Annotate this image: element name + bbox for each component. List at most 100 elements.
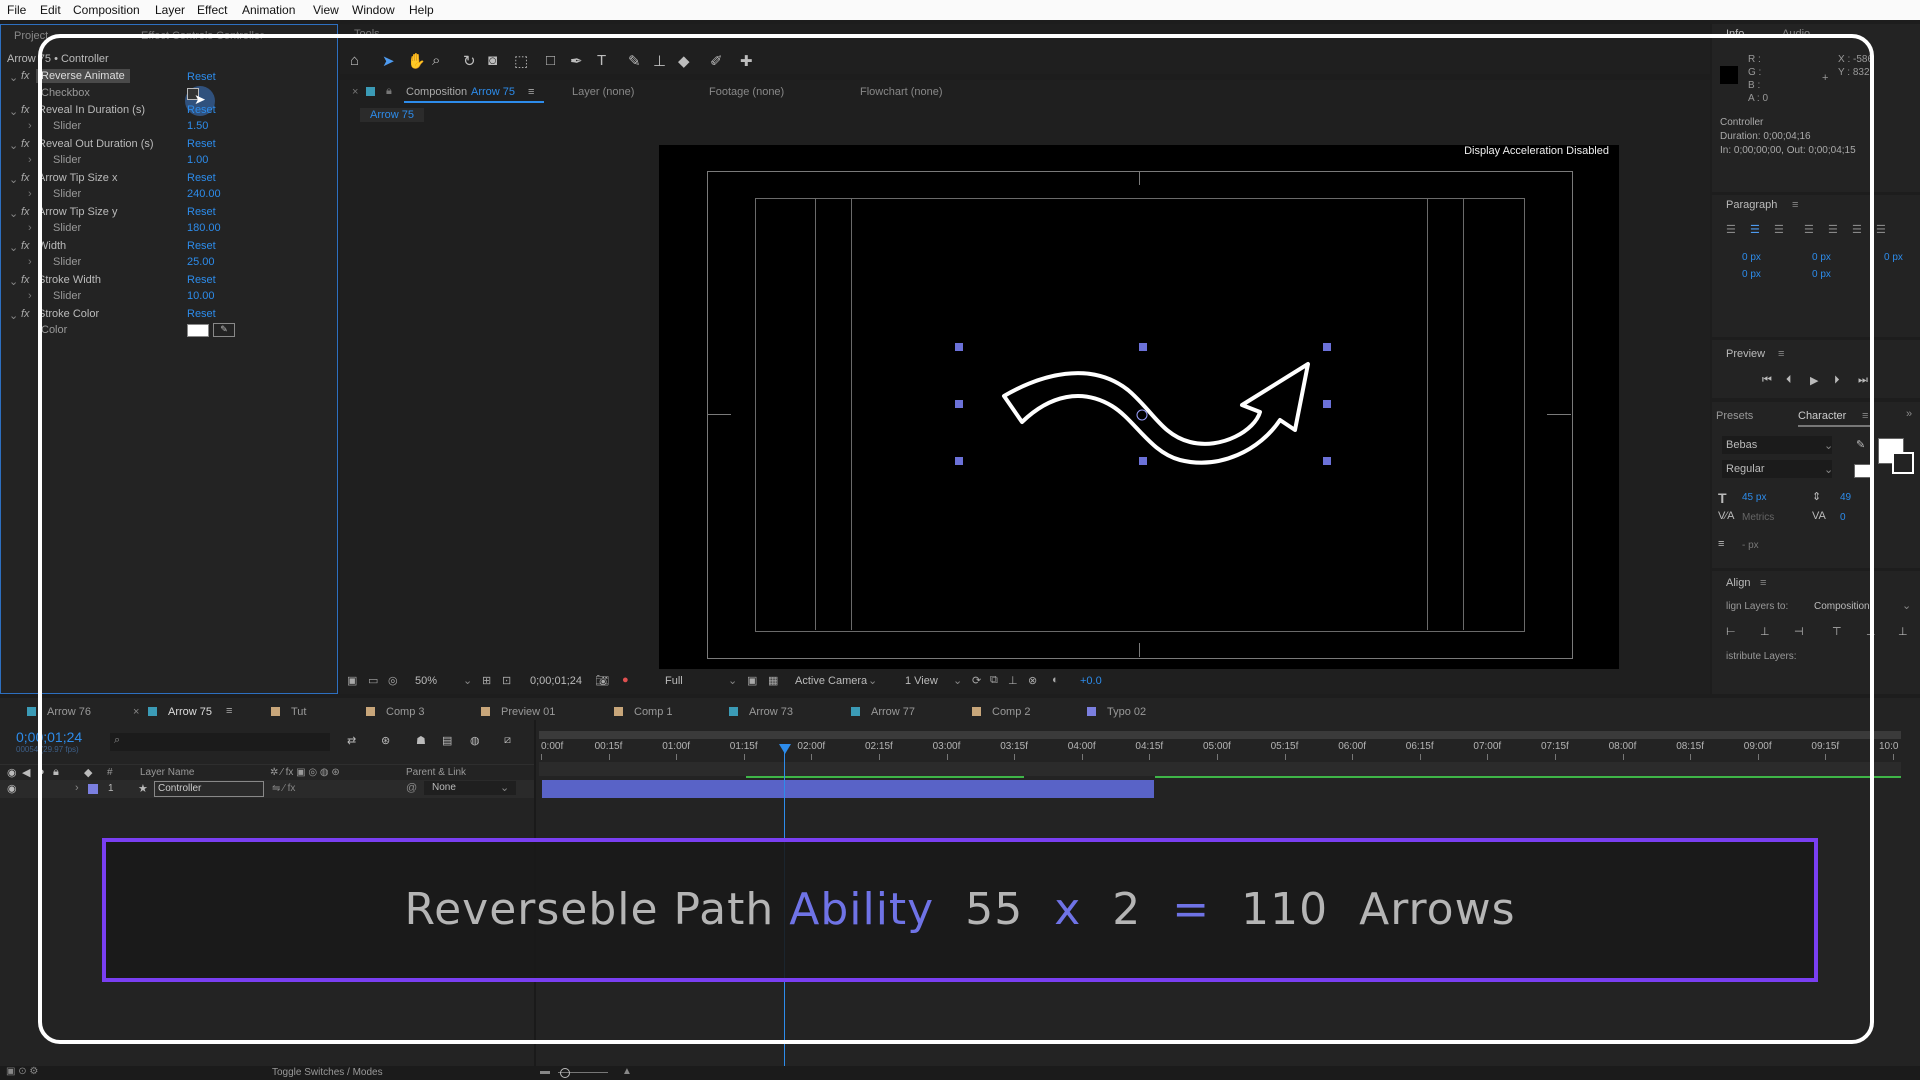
- fx-icon[interactable]: fx: [21, 104, 30, 116]
- zoom-out-icon[interactable]: ▬: [540, 1066, 550, 1077]
- ruler-tick: [946, 754, 948, 760]
- menu-file[interactable]: File: [7, 3, 26, 17]
- ruler-tick: [1555, 754, 1556, 760]
- justify-all-icon[interactable]: ☰: [1876, 223, 1886, 236]
- caption-operator: =: [1172, 884, 1211, 935]
- ruler-tick-label: 05:00f: [1203, 741, 1231, 752]
- menu-view[interactable]: View: [313, 3, 339, 17]
- caption-text: Reverseble Path Ability 55 x 2 = 110 Arr…: [106, 884, 1814, 935]
- caption-part-highlight: Ability: [789, 884, 935, 935]
- expand-icon[interactable]: »: [1906, 408, 1912, 420]
- fx-icon[interactable]: fx: [21, 206, 30, 218]
- fx-icon[interactable]: fx: [21, 308, 30, 320]
- stroke-color-swatch[interactable]: [1892, 452, 1914, 474]
- ruler-tick-label: 10:0: [1879, 741, 1899, 752]
- fx-icon[interactable]: fx: [21, 240, 30, 252]
- ruler-tick: [1690, 754, 1692, 760]
- ruler-tick-label: 09:15f: [1811, 741, 1840, 752]
- ruler-tick: [879, 754, 880, 760]
- menu-effect[interactable]: Effect: [197, 3, 227, 17]
- tab-color-swatch: [27, 707, 36, 716]
- timeline-status-bar: ▣ ⊙ ⚙ Toggle Switches / Modes ▬ ▲: [0, 1066, 1920, 1080]
- ruler-tick-label: 03:00f: [932, 741, 961, 752]
- ruler-tick-label: 0:00f: [541, 741, 564, 752]
- chevron-right-icon[interactable]: ›: [28, 154, 32, 166]
- audio-icon[interactable]: ◀: [22, 766, 30, 779]
- ruler-tick-label: 08:15f: [1676, 741, 1704, 752]
- chevron-down-icon[interactable]: ⌄: [9, 105, 18, 118]
- ruler-tick: [676, 754, 678, 760]
- menu-help[interactable]: Help: [409, 3, 434, 17]
- chevron-down-icon[interactable]: ⌄: [9, 71, 18, 84]
- render-time-icon[interactable]: ▣ ⊙ ⚙: [6, 1066, 38, 1077]
- zoom-in-icon[interactable]: ▲: [622, 1066, 632, 1077]
- ruler-tick-label: 04:00f: [1067, 741, 1096, 752]
- chevron-down-icon[interactable]: ⌄: [1902, 599, 1911, 612]
- chevron-right-icon[interactable]: ›: [28, 120, 32, 132]
- align-bottom-edges-icon[interactable]: ⊥: [1898, 625, 1908, 638]
- chevron-right-icon[interactable]: ›: [28, 222, 32, 234]
- ruler-tick: [743, 754, 745, 760]
- zoom-slider-handle[interactable]: [560, 1068, 570, 1078]
- caption-operator: x: [1054, 884, 1082, 935]
- chevron-right-icon[interactable]: ›: [28, 290, 32, 302]
- chevron-down-icon[interactable]: ⌄: [9, 309, 18, 322]
- ruler-tick-label: 09:00f: [1743, 741, 1772, 752]
- ruler-tick-label: 06:00f: [1338, 741, 1366, 752]
- ruler-tick: [1149, 754, 1151, 760]
- ruler-tick: [1419, 754, 1421, 760]
- menu-bar: File Edit Composition Layer Effect Anima…: [0, 0, 1920, 20]
- eye-icon[interactable]: ◉: [7, 766, 17, 779]
- ruler-tick: [1352, 754, 1354, 760]
- ruler-tick: [1284, 754, 1286, 760]
- ruler-tick-label: 02:15f: [865, 741, 893, 752]
- chevron-right-icon[interactable]: ›: [28, 256, 32, 268]
- menu-layer[interactable]: Layer: [155, 3, 185, 17]
- caption-part: 55: [965, 884, 1024, 935]
- ruler-tick-label: 03:15f: [1000, 741, 1028, 752]
- menu-animation[interactable]: Animation: [242, 3, 295, 17]
- caption-banner: Reverseble Path Ability 55 x 2 = 110 Arr…: [102, 838, 1818, 982]
- chevron-down-icon[interactable]: ⌄: [9, 207, 18, 220]
- ruler-tick-label: 01:00f: [662, 741, 690, 752]
- fx-icon[interactable]: fx: [21, 172, 30, 184]
- ruler-tick: [811, 754, 813, 760]
- toggle-switches-modes[interactable]: Toggle Switches / Modes: [272, 1067, 383, 1078]
- menu-edit[interactable]: Edit: [40, 3, 61, 17]
- caption-part: Arrows: [1359, 884, 1516, 935]
- ruler-tick: [1622, 754, 1624, 760]
- ruler-tick: [1825, 754, 1827, 760]
- ruler-tick: [1893, 754, 1894, 760]
- ruler-tick-label: 02:00f: [797, 741, 826, 752]
- fx-icon[interactable]: fx: [21, 138, 30, 150]
- ruler-tick: [1014, 754, 1016, 760]
- chevron-down-icon[interactable]: ⌄: [9, 275, 18, 288]
- ruler-tick: [1217, 754, 1218, 760]
- caption-part: 110: [1241, 884, 1329, 935]
- ruler-tick: [1081, 754, 1083, 760]
- menu-window[interactable]: Window: [352, 3, 395, 17]
- ruler-tick-label: 07:15f: [1541, 741, 1569, 752]
- menu-composition[interactable]: Composition: [73, 3, 140, 17]
- chevron-down-icon[interactable]: ⌄: [9, 173, 18, 186]
- ruler-tick: [1757, 754, 1759, 760]
- ruler-tick: [541, 754, 542, 760]
- visibility-eye-icon[interactable]: ◉: [7, 782, 17, 795]
- ruler-tick: [1487, 754, 1489, 760]
- ruler-tick-label: 06:15f: [1405, 741, 1434, 752]
- ruler-tick-label: 08:00f: [1608, 741, 1637, 752]
- chevron-down-icon[interactable]: ⌄: [9, 139, 18, 152]
- chevron-down-icon[interactable]: ⌄: [9, 241, 18, 254]
- ruler-tick-label: 01:15f: [729, 741, 758, 752]
- ruler-tick-label: 05:15f: [1270, 741, 1299, 752]
- caption-part: Reverseble Path: [404, 884, 775, 935]
- ruler-tick-label: 00:15f: [594, 741, 623, 752]
- ruler-tick-label: 07:00f: [1473, 741, 1502, 752]
- ruler-tick: [608, 754, 610, 760]
- indent-right-value[interactable]: 0 px: [1884, 252, 1903, 263]
- fx-icon[interactable]: fx: [21, 70, 30, 82]
- ruler-tick-label: 04:15f: [1135, 741, 1164, 752]
- fx-icon[interactable]: fx: [21, 274, 30, 286]
- chevron-right-icon[interactable]: ›: [28, 188, 32, 200]
- caption-part: 2: [1112, 884, 1142, 935]
